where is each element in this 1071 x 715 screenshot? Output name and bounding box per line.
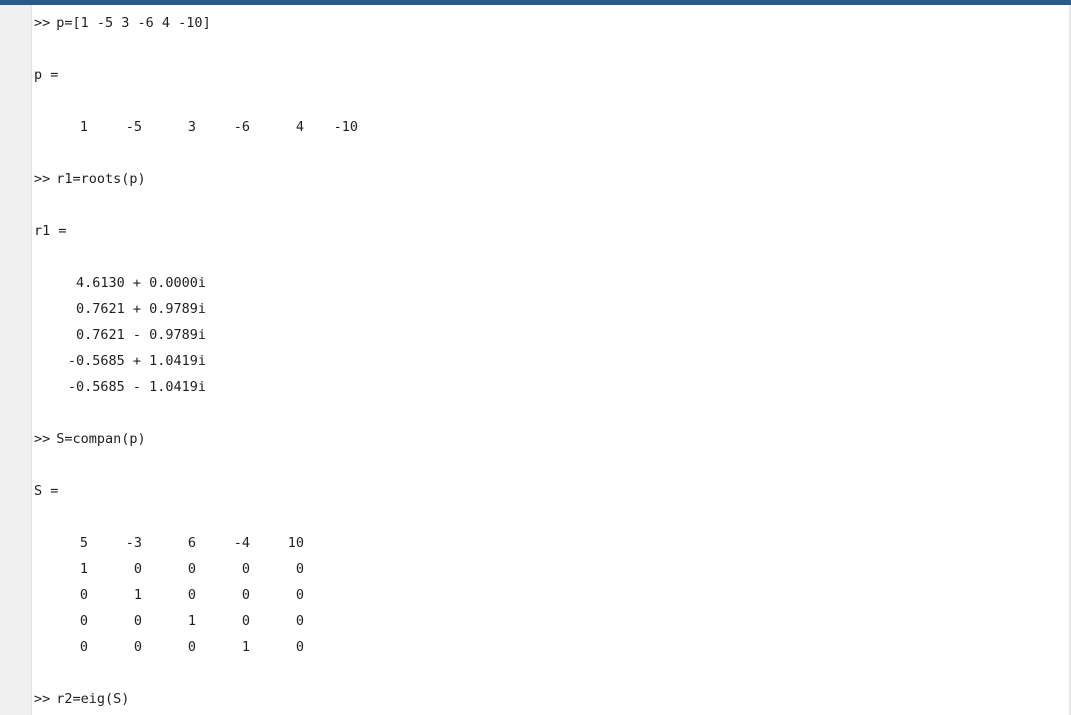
root-value: -0.5685 - 1.0419i	[67, 379, 206, 395]
matrix-cell: 1	[133, 587, 142, 603]
matrix-cell: 0	[79, 613, 88, 629]
matrix-row: 1 0 0 0 0	[34, 556, 358, 582]
command-line: >> S=compan(p)	[34, 426, 358, 452]
matrix-cell: 1	[79, 561, 88, 577]
matrix-cell: -4	[233, 535, 250, 551]
command-line: >> p=[1 -5 3 -6 4 -10]	[34, 10, 358, 36]
output-label: r1 =	[34, 223, 67, 239]
command-line: >> r1=roots(p)	[34, 166, 358, 192]
matrix-cell: 5	[79, 535, 88, 551]
root-value: 0.7621 - 0.9789i	[75, 327, 206, 343]
matrix-cell: 0	[79, 587, 88, 603]
matrix-row: 5 -3 6 -4 10	[34, 530, 358, 556]
matrix-cell: -3	[125, 535, 142, 551]
matrix-cell: 10	[287, 535, 304, 551]
vector-value: -10	[333, 119, 358, 135]
vector-value: 4	[295, 119, 304, 135]
command-text: p=[1 -5 3 -6 4 -10]	[56, 15, 211, 31]
output-label: p =	[34, 67, 59, 83]
matrix-cell: 0	[241, 613, 250, 629]
console-output[interactable]: >> p=[1 -5 3 -6 4 -10] p = 1 -5 3 -6 4 -10 >> r…	[34, 10, 358, 712]
matrix-cell: 0	[295, 613, 304, 629]
vector-value: 1	[79, 119, 88, 135]
root-row: 0.7621 + 0.9789i	[34, 296, 358, 322]
matrix-cell: 0	[241, 561, 250, 577]
matrix-cell: 0	[79, 639, 88, 655]
root-row: 4.6130 + 0.0000i	[34, 270, 358, 296]
prompt-symbol: >>	[34, 431, 51, 447]
command-line: >> r2=eig(S)	[34, 686, 358, 712]
output-label: S =	[34, 483, 59, 499]
window-title-bar	[0, 0, 1071, 5]
matrix-cell: 1	[187, 613, 196, 629]
command-text: S=compan(p)	[56, 431, 146, 447]
matrix-cell: 0	[187, 639, 196, 655]
left-gutter	[0, 5, 32, 715]
matrix-row: 0 0 0 1 0	[34, 634, 358, 660]
matrix-cell: 0	[295, 561, 304, 577]
matrix-row: 0 0 1 0 0	[34, 608, 358, 634]
prompt-symbol: >>	[34, 171, 51, 187]
root-value: 4.6130 + 0.0000i	[75, 275, 206, 291]
matrix-cell: 0	[187, 587, 196, 603]
command-window[interactable]: >> p=[1 -5 3 -6 4 -10] p = 1 -5 3 -6 4 -10 >> r…	[0, 0, 1071, 715]
root-row: 0.7621 - 0.9789i	[34, 322, 358, 348]
root-value: 0.7621 + 0.9789i	[75, 301, 206, 317]
prompt-symbol: >>	[34, 691, 51, 707]
prompt-symbol: >>	[34, 15, 51, 31]
matrix-cell: 0	[133, 561, 142, 577]
root-row: -0.5685 - 1.0419i	[34, 374, 358, 400]
matrix-cell: 1	[241, 639, 250, 655]
matrix-cell: 0	[295, 639, 304, 655]
vector-value: 3	[187, 119, 196, 135]
command-text: r2=eig(S)	[56, 691, 130, 707]
vector-value: -5	[125, 119, 142, 135]
matrix-row: 0 1 0 0 0	[34, 582, 358, 608]
matrix-cell: 0	[295, 587, 304, 603]
matrix-cell: 0	[187, 561, 196, 577]
root-row: -0.5685 + 1.0419i	[34, 348, 358, 374]
matrix-cell: 0	[133, 639, 142, 655]
vector-value: -6	[233, 119, 250, 135]
matrix-cell: 6	[187, 535, 196, 551]
command-text: r1=roots(p)	[56, 171, 146, 187]
matrix-cell: 0	[133, 613, 142, 629]
root-value: -0.5685 + 1.0419i	[67, 353, 206, 369]
matrix-cell: 0	[241, 587, 250, 603]
vector-row: 1 -5 3 -6 4 -10	[34, 114, 358, 140]
